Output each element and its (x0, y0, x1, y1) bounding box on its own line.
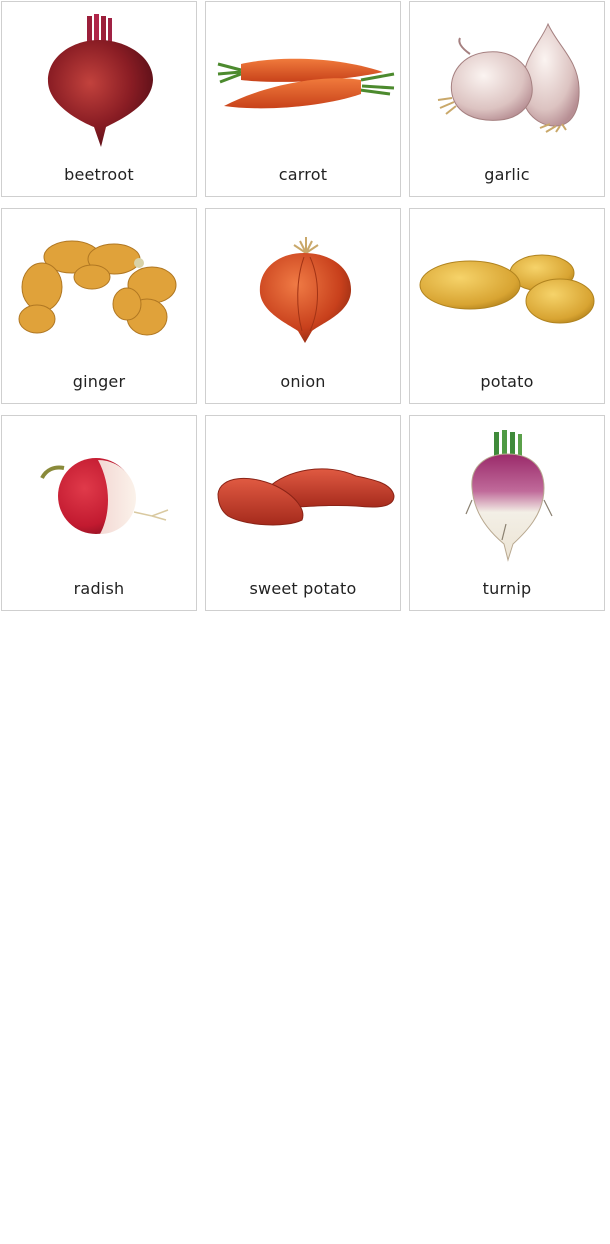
beetroot-icon (47, 14, 153, 147)
card-beetroot[interactable]: beetroot (1, 1, 197, 197)
card-radish[interactable]: radish (1, 415, 197, 611)
potato-icon (419, 254, 595, 324)
card-carrot[interactable]: carrot (205, 1, 401, 197)
card-turnip[interactable]: turnip (409, 415, 605, 611)
card-sweet-potato[interactable]: sweet potato (205, 415, 401, 611)
card-label: garlic (484, 165, 530, 184)
onion-icon (259, 237, 352, 343)
turnip-icon (465, 430, 553, 562)
card-label: onion (280, 372, 326, 391)
card-label: beetroot (64, 165, 134, 184)
card-label: potato (480, 372, 534, 391)
card-ginger[interactable]: ginger (1, 208, 197, 404)
card-label: turnip (482, 579, 532, 598)
card-label: sweet potato (249, 579, 357, 598)
card-garlic[interactable]: garlic (409, 1, 605, 197)
sweet-potato-icon (217, 468, 395, 526)
card-onion[interactable]: onion (205, 208, 401, 404)
card-label: carrot (278, 165, 328, 184)
garlic-icon (437, 22, 580, 133)
card-potato[interactable]: potato (409, 208, 605, 404)
radish-icon (40, 458, 169, 534)
carrot-icon (217, 58, 395, 109)
card-label: radish (73, 579, 125, 598)
card-label: ginger (72, 372, 126, 391)
ginger-icon (18, 240, 177, 336)
